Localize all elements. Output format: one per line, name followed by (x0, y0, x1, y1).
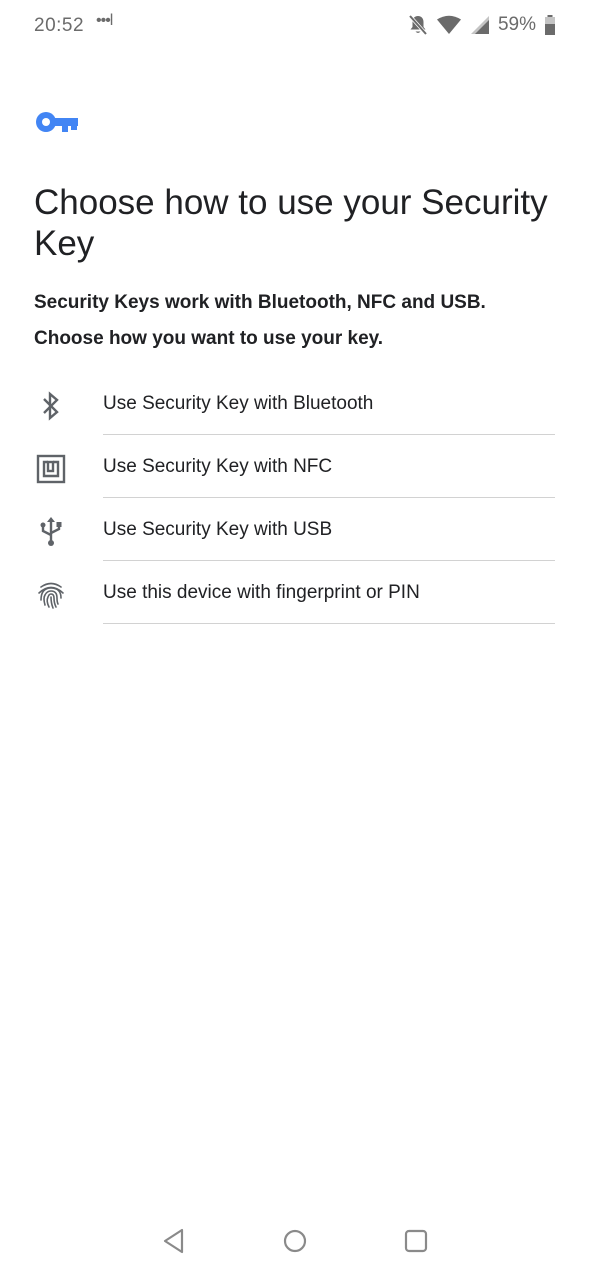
battery-percent: 59% (497, 14, 536, 35)
options-list: Use Security Key with Bluetooth Use Secu… (0, 372, 590, 624)
option-label: Use Security Key with USB (103, 519, 333, 540)
page-subtitle: Security Keys work with Bluetooth, NFC a… (34, 292, 486, 349)
status-icons: 59% (408, 14, 556, 36)
status-time: 20:52 (34, 15, 85, 36)
home-icon[interactable] (280, 1226, 310, 1256)
wifi-icon (436, 15, 462, 35)
notification-dots: •••l (96, 12, 113, 29)
option-label: Use Security Key with NFC (103, 456, 333, 477)
back-icon[interactable] (159, 1226, 189, 1256)
battery-icon (544, 14, 556, 36)
status-bar: 20:52 •••l 59% (0, 0, 590, 54)
option-label: Use this device with fingerprint or PIN (103, 582, 420, 603)
notifications-off-icon (408, 14, 428, 36)
fingerprint-icon (34, 578, 68, 612)
divider (103, 623, 555, 624)
navigation-bar (0, 1210, 590, 1270)
nfc-icon (34, 452, 68, 486)
page-title: Choose how to use your Security Key (34, 183, 548, 263)
usb-icon (34, 515, 68, 549)
option-label: Use Security Key with Bluetooth (103, 393, 374, 414)
cellular-signal-icon (470, 15, 490, 35)
option-nfc[interactable]: Use Security Key with NFC (0, 435, 590, 498)
bluetooth-icon (34, 389, 68, 423)
option-fingerprint[interactable]: Use this device with fingerprint or PIN (0, 561, 590, 624)
option-usb[interactable]: Use Security Key with USB (0, 498, 590, 561)
key-icon (35, 110, 79, 139)
recents-icon[interactable] (401, 1226, 431, 1256)
option-bluetooth[interactable]: Use Security Key with Bluetooth (0, 372, 590, 435)
